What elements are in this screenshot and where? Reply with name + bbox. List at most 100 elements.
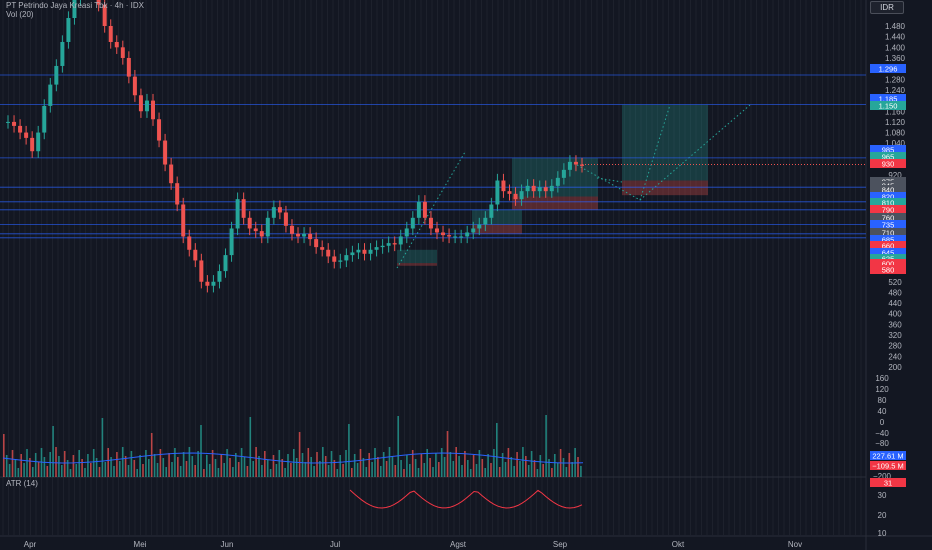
volume-bar [496,423,498,477]
candle-body [350,252,355,256]
volume-bar [119,461,121,477]
volume-bar [98,467,101,477]
candle-body [211,281,216,286]
candle-body [30,137,35,152]
candle-body [404,228,409,237]
candle-body [471,228,476,233]
volume-bar [330,451,333,477]
volume-bar [446,431,449,477]
volume-bar [374,448,376,477]
candle-body [296,233,301,237]
volume-bar [95,458,98,477]
volume-bar [208,464,211,477]
volume-bar [571,462,573,477]
candle-body [495,180,500,205]
volume-bar [266,460,269,477]
candle-body [235,199,240,229]
time-tick: Mei [134,540,147,549]
volume-bar [159,449,162,477]
volume-bar [171,462,173,477]
atr-tick: 30 [878,491,887,500]
volume-bar [290,463,292,477]
price-tick: 1.480 [885,22,906,31]
volume-bar [406,455,408,477]
volume-bar [174,448,176,477]
atr-indicator-label[interactable]: ATR (14) [6,479,38,488]
volume-bar [562,458,565,477]
candle-body [24,132,29,138]
volume-indicator-label[interactable]: Vol (20) [6,10,34,19]
time-tick: Nov [788,540,802,549]
volume-bar [188,447,191,477]
candle-body [513,193,518,200]
candle-body [283,212,288,226]
candle-body [289,225,294,234]
candle-body [344,255,349,261]
volume-tick: −80 [875,439,889,448]
volume-bar [519,461,521,477]
volume-label-text: −109.5 M [872,462,903,471]
volume-bar [432,467,434,477]
volume-bar [232,467,234,477]
price-chart[interactable]: 1.4801.4401.4001.3601.3201.2801.2401.200… [0,0,932,550]
volume-bar [530,451,533,477]
time-tick: Jun [221,540,234,549]
candle-body [6,121,10,123]
volume-bar [507,448,510,477]
volume-bar [75,464,78,477]
candle-body [187,236,192,250]
price-label-text: 1.150 [879,102,898,111]
volume-bar [127,465,130,477]
candle-body [531,185,536,192]
volume-bar [362,458,365,477]
volume-bar [235,453,237,477]
candle-body [459,236,464,238]
volume-bar [156,463,159,477]
candle-body [108,26,113,42]
candle-body [356,249,361,253]
candle-body [567,161,572,170]
candle-body [157,119,162,141]
volume-bar [293,449,295,477]
candle-body [247,217,252,229]
volume-bar [272,455,275,477]
volume-bar [464,451,466,477]
candle-body [368,249,373,254]
candle-body [320,247,325,250]
volume-bar [322,447,324,477]
candle-body [338,260,343,262]
volume-bar [385,461,388,477]
candle-body [217,271,222,282]
volume-bar [104,462,107,477]
price-tick: 200 [888,363,902,372]
volume-bar [580,466,582,477]
candle-body [501,180,506,192]
volume-bar [136,469,138,477]
volume-bar [116,452,118,477]
volume-bar [269,469,272,477]
volume-bar [3,434,5,477]
volume-bar [32,467,34,477]
volume-bar [409,464,411,477]
volume-bar [101,418,104,477]
candle-body [483,217,488,225]
currency-badge[interactable]: IDR [870,1,904,14]
volume-bar [203,469,205,477]
volume-bar [130,451,133,477]
candle-body [205,281,210,286]
candle-body [489,204,494,218]
volume-bar [287,454,289,477]
volume-bar [336,469,339,477]
price-tick: 1.280 [885,75,906,84]
candle-body [163,140,168,165]
candle-body [169,164,174,184]
candle-body [398,236,403,245]
volume-bar [403,469,405,477]
price-tick: 320 [888,331,902,340]
volume-bar [182,452,185,477]
volume-bar [487,454,489,477]
time-tick: Agst [450,540,467,549]
volume-bar [327,465,330,477]
volume-tick: 120 [875,385,889,394]
trade-stop-zone [397,263,437,266]
